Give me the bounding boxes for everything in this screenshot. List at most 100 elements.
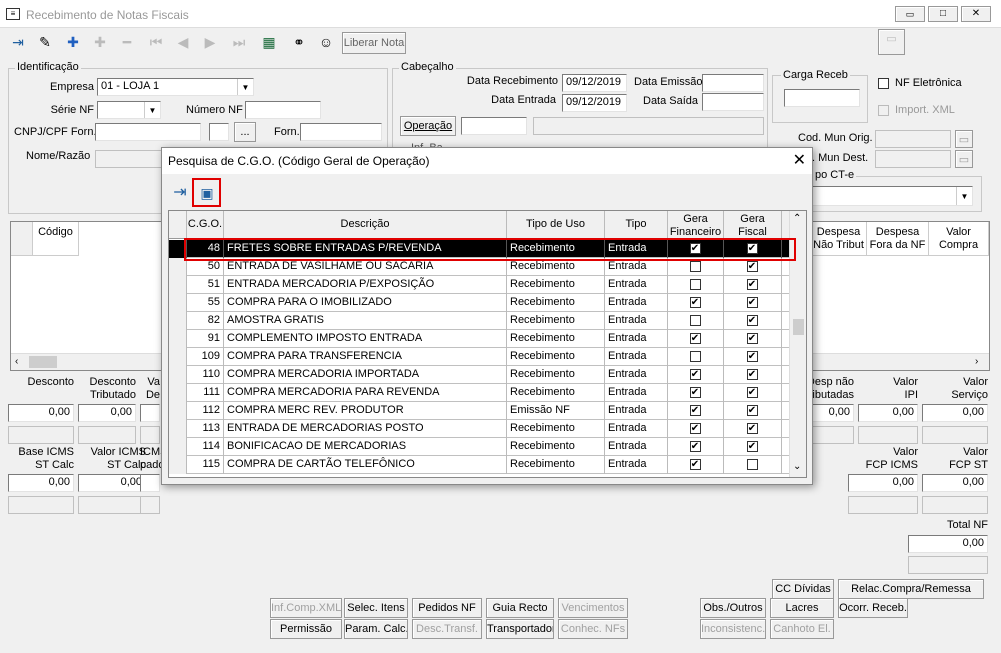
numero-input[interactable] (245, 101, 321, 119)
scroll-right-icon[interactable]: › (975, 356, 978, 367)
cgo-row[interactable]: 112 COMPRA MERC REV. PRODUTOR Emissão NF En… (169, 402, 789, 420)
liberar-nota-button[interactable]: Liberar Nota (342, 32, 406, 54)
add-disabled-icon[interactable]: ✚ (88, 30, 112, 54)
checkbox[interactable] (746, 459, 758, 470)
operacao-input[interactable] (461, 117, 527, 135)
checkbox[interactable]: ✔ (746, 297, 758, 308)
disabled-tool-button[interactable]: ▭ (878, 29, 905, 55)
next-disabled-icon[interactable]: ▶ (198, 30, 222, 54)
valor-compra-header[interactable]: Valor Compra (929, 222, 989, 256)
checkbox[interactable]: ✔ (746, 441, 758, 452)
total-input[interactable]: 0,00 (78, 474, 146, 492)
checkbox[interactable]: ✔ (689, 405, 701, 416)
cgo-row[interactable]: 55 COMPRA PARA O IMOBILIZADO Recebimento En… (169, 294, 789, 312)
descricao-header[interactable]: Descrição (224, 211, 507, 239)
total-input[interactable]: 0,00 (922, 404, 988, 422)
checkbox[interactable]: ✔ (746, 279, 758, 290)
vencimentos-button[interactable]: Vencimentos (558, 598, 628, 618)
checkbox[interactable]: ✔ (689, 423, 701, 434)
checkbox[interactable] (689, 261, 701, 272)
total-nf-input[interactable]: 0,00 (908, 535, 988, 553)
cc-dividas-button[interactable]: CC Dívidas (772, 579, 834, 599)
carga-input[interactable] (784, 89, 860, 107)
close-button[interactable]: ✕ (961, 6, 991, 22)
binoculars-icon[interactable]: ⚭ (287, 30, 311, 54)
mun-dest-button[interactable]: ▭ (955, 150, 973, 168)
despesa-fora-header[interactable]: Despesa Fora da NF (867, 222, 929, 256)
cnpj-extra-input[interactable] (209, 123, 229, 141)
exit-icon[interactable]: ⇥ (6, 30, 30, 54)
checkbox[interactable]: ✔ (689, 297, 701, 308)
checkbox[interactable]: ✔ (746, 405, 758, 416)
scroll-down-icon[interactable]: ⌄ (793, 461, 801, 472)
total-input[interactable] (140, 404, 160, 422)
gera-fis-header[interactable]: Gera Fiscal (724, 211, 782, 239)
checkbox[interactable]: ✔ (689, 387, 701, 398)
cod-mun-orig-button[interactable]: ▭ (955, 130, 973, 148)
total-input[interactable]: 0,00 (78, 404, 136, 422)
checkbox[interactable]: ✔ (689, 333, 701, 344)
add-icon[interactable]: ✚ (61, 30, 85, 54)
checkbox[interactable]: ✔ (689, 459, 701, 470)
despesa-nao-trib-header[interactable]: Despesa Não Tribut (811, 222, 867, 256)
serie-select[interactable]: ▼ (97, 101, 161, 119)
cgo-row[interactable]: 114 BONIFICACAO DE MERCADORIAS Recebimento… (169, 438, 789, 456)
cgo-header[interactable]: C.G.O. (187, 211, 224, 239)
data-receb-input[interactable]: 09/12/2019 (562, 74, 627, 92)
cgo-row[interactable]: 110 COMPRA MERCADORIA IMPORTADA Recebiment… (169, 366, 789, 384)
eraser-icon[interactable]: ✎ (33, 30, 57, 54)
cgo-row[interactable]: 115 COMPRA DE CARTÃO TELEFÔNICO Recebiment… (169, 456, 789, 474)
checkbox[interactable]: ✔ (746, 261, 758, 272)
checkbox[interactable]: ✔ (746, 333, 758, 344)
maximize-button[interactable]: □ (928, 6, 958, 22)
razao-input[interactable] (95, 150, 165, 168)
data-entrada-input[interactable]: 09/12/2019 (562, 94, 627, 112)
operacao-button[interactable]: Operação (400, 116, 456, 136)
minimize-button[interactable]: ▭ (895, 6, 925, 22)
remove-disabled-icon[interactable]: ━ (115, 30, 139, 54)
checkbox[interactable]: ✔ (746, 423, 758, 434)
inconsistenc-button[interactable]: Inconsistenc. (700, 619, 766, 639)
user-icon[interactable]: ☺ (314, 30, 338, 54)
total-input[interactable] (140, 474, 160, 492)
ocorr-receb-button[interactable]: Ocorr. Receb. (838, 598, 908, 618)
first-disabled-icon[interactable]: ⏮ (144, 30, 168, 54)
data-saida-input[interactable] (702, 93, 764, 111)
prev-disabled-icon[interactable]: ◀ (171, 30, 195, 54)
tipo-uso-header[interactable]: Tipo de Uso (507, 211, 605, 239)
data-emissao-input[interactable] (702, 74, 764, 92)
scroll-thumb[interactable] (793, 319, 804, 335)
dialog-close-icon[interactable]: ✕ (793, 151, 806, 171)
cgo-row[interactable]: 82 AMOSTRA GRATIS Recebimento Entrada ✔ (169, 312, 789, 330)
tipo-header[interactable]: Tipo (605, 211, 668, 239)
import-xml-checkbox[interactable] (878, 105, 889, 116)
checkbox[interactable] (689, 279, 701, 290)
checkbox[interactable]: ✔ (746, 351, 758, 362)
checkbox[interactable]: ✔ (746, 315, 758, 326)
cgo-row[interactable]: 91 COMPLEMENTO IMPOSTO ENTRADA Recebimento… (169, 330, 789, 348)
relac-compra-button[interactable]: Relac.Compra/Remessa (838, 579, 984, 599)
cgo-row[interactable]: 113 ENTRADA DE MERCADORIAS POSTO Recebimen… (169, 420, 789, 438)
checkbox[interactable] (689, 351, 701, 362)
scroll-left-icon[interactable]: ‹ (15, 356, 18, 367)
cgo-row[interactable]: 111 COMPRA MERCADORIA PARA REVENDA Recebim… (169, 384, 789, 402)
desc-transf-button[interactable]: Desc.Transf. (412, 619, 482, 639)
empresa-select[interactable]: 01 - LOJA 1 ▼ (97, 78, 254, 96)
scroll-up-icon[interactable]: ⌃ (793, 213, 801, 224)
param-calc-button[interactable]: Param. Calc. (344, 619, 408, 639)
canhoto-button[interactable]: Canhoto El. (770, 619, 834, 639)
checkbox[interactable] (689, 315, 701, 326)
total-input[interactable]: 0,00 (8, 474, 74, 492)
dialog-exit-icon[interactable]: ⇥ (168, 181, 192, 205)
tipo-cte-select[interactable]: ▼ (812, 186, 973, 206)
guia-recto-button[interactable]: Guia Recto (486, 598, 554, 618)
checkbox[interactable]: ✔ (689, 441, 701, 452)
cnpj-search-button[interactable]: ... (234, 122, 256, 142)
checkbox[interactable]: ✔ (689, 369, 701, 380)
total-input[interactable]: 0,00 (922, 474, 988, 492)
obs-outros-button[interactable]: Obs./Outros (700, 598, 766, 618)
total-input[interactable]: 0,00 (848, 474, 918, 492)
pedidos-nf-button[interactable]: Pedidos NF (412, 598, 482, 618)
codigo-header[interactable]: Código (33, 222, 79, 256)
cnpj-input[interactable] (95, 123, 201, 141)
